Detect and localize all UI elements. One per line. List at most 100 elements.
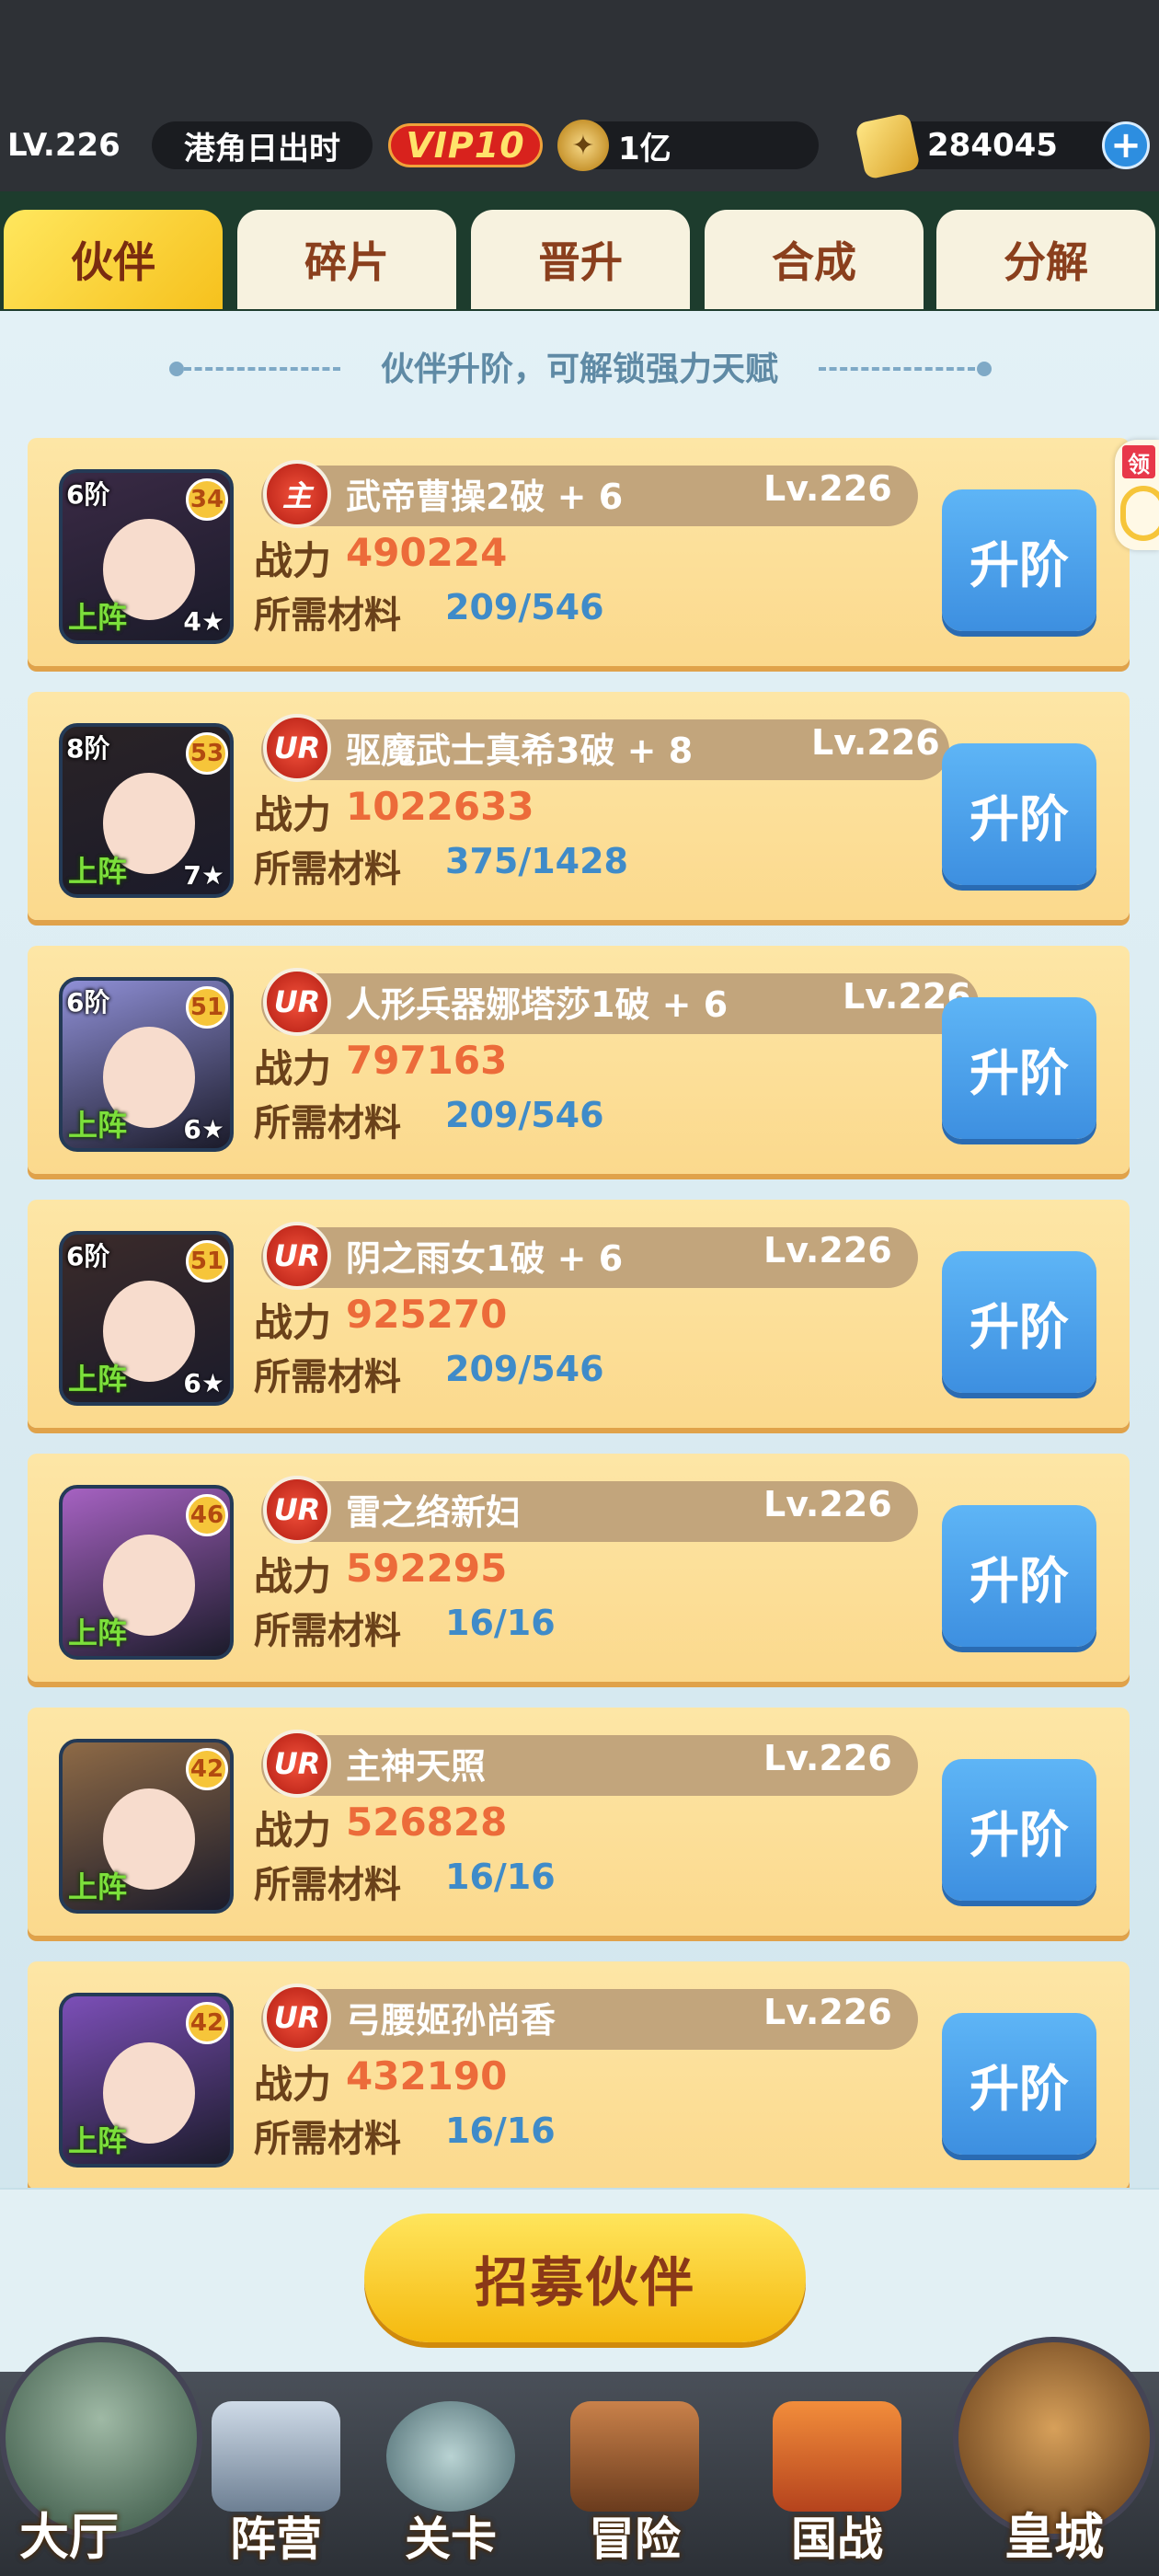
- tab-fragments[interactable]: 碎片: [237, 210, 456, 309]
- tab-partner[interactable]: 伙伴: [4, 210, 223, 309]
- side-reward-label: 领: [1122, 445, 1155, 478]
- partner-card[interactable]: 6阶 51 上阵 6★ UR 阴之雨女1破 + 6 Lv.226 战力 9252…: [28, 1200, 1130, 1428]
- power-label: 战力: [254, 1554, 332, 1599]
- power-value: 1022633: [346, 784, 534, 829]
- add-gold-button[interactable]: +: [1102, 121, 1150, 169]
- power-value: 432190: [346, 2053, 508, 2099]
- deploy-tag: 上阵: [68, 1362, 128, 1397]
- nav-war-label: 国战: [791, 2513, 883, 2566]
- power-label: 战力: [254, 792, 332, 837]
- tab-promote[interactable]: 晋升: [471, 210, 690, 309]
- recruit-partner-button[interactable]: 招募伙伴: [364, 2214, 806, 2342]
- partner-portrait[interactable]: 8阶 53 上阵 7★: [59, 723, 234, 898]
- power-value: 592295: [346, 1546, 508, 1591]
- material-value: 209/546: [445, 1095, 604, 1135]
- partner-card[interactable]: 6阶 34 上阵 4★ 主 武帝曹操2破 + 6 Lv.226 战力 49022…: [28, 438, 1130, 666]
- material-label: 所需材料: [254, 1610, 401, 1652]
- partner-level-badge: 51: [186, 986, 228, 1029]
- hint-dot-right: [977, 362, 992, 376]
- partner-card[interactable]: 8阶 53 上阵 7★ UR 驱魔武士真希3破 + 8 Lv.226 战力 10…: [28, 692, 1130, 920]
- partner-level-badge: 46: [186, 1494, 228, 1536]
- deploy-tag: 上阵: [68, 1616, 128, 1650]
- material-label: 所需材料: [254, 1356, 401, 1398]
- nav-camp[interactable]: 阵营: [184, 2383, 368, 2576]
- nav-palace-label: 皇城: [1004, 2508, 1104, 2566]
- rarity-badge: UR: [263, 1476, 331, 1544]
- scroll-board-icon: [212, 2401, 340, 2512]
- partner-stage: 8阶: [66, 733, 110, 764]
- partner-stage: 6阶: [66, 987, 110, 1018]
- ship-icon: [570, 2401, 699, 2512]
- gold-ingot-icon: [855, 112, 921, 180]
- partner-name: 阴之雨女1破 + 6: [346, 1238, 624, 1279]
- rarity-badge: 主: [263, 460, 331, 528]
- partner-star: 6★: [183, 1368, 224, 1398]
- hint-divider-right: [819, 367, 975, 374]
- upgrade-button[interactable]: 升阶: [942, 1505, 1096, 1647]
- power-label: 战力: [254, 1808, 332, 1853]
- partner-level: Lv.226: [763, 1230, 892, 1271]
- nav-hall[interactable]: 大厅: [0, 2337, 202, 2576]
- partner-card[interactable]: 42 上阵 UR 主神天照 Lv.226 战力 526828 所需材料 16/1…: [28, 1708, 1130, 1936]
- player-level: LV.226: [7, 127, 120, 164]
- partner-portrait[interactable]: 6阶 34 上阵 4★: [59, 469, 234, 644]
- material-value: 209/546: [445, 1349, 604, 1389]
- server-name[interactable]: 港角日出时: [152, 121, 373, 169]
- material-value: 375/1428: [445, 841, 628, 881]
- nav-palace[interactable]: 皇城: [953, 2337, 1155, 2576]
- nav-war[interactable]: 国战: [745, 2383, 929, 2576]
- nav-adventure[interactable]: 冒险: [543, 2383, 727, 2576]
- rarity-badge: UR: [263, 1730, 331, 1798]
- tab-decompose[interactable]: 分解: [936, 210, 1155, 309]
- vip-badge[interactable]: VIP10: [388, 123, 543, 167]
- tab-compose[interactable]: 合成: [705, 210, 924, 309]
- partner-star: 6★: [183, 1114, 224, 1144]
- partner-name: 雷之络新妇: [346, 1492, 522, 1533]
- partner-portrait[interactable]: 42 上阵: [59, 1993, 234, 2168]
- partner-card[interactable]: 6阶 51 上阵 6★ UR 人形兵器娜塔莎1破 + 6 Lv.226 战力 7…: [28, 946, 1130, 1174]
- partner-level: Lv.226: [763, 1992, 892, 2032]
- deploy-tag: 上阵: [68, 600, 128, 635]
- partner-star: 4★: [183, 606, 224, 637]
- partner-level: Lv.226: [811, 722, 940, 763]
- rarity-badge: UR: [263, 714, 331, 782]
- side-reward-badge[interactable]: 领: [1115, 440, 1159, 550]
- material-value: 16/16: [445, 2110, 556, 2151]
- rarity-badge: UR: [263, 968, 331, 1036]
- partner-level: Lv.226: [763, 1484, 892, 1524]
- partner-name: 驱魔武士真希3破 + 8: [346, 730, 694, 771]
- partner-stage: 6阶: [66, 1241, 110, 1271]
- upgrade-button[interactable]: 升阶: [942, 1251, 1096, 1393]
- material-label: 所需材料: [254, 2118, 401, 2160]
- nav-hall-label: 大厅: [19, 2508, 119, 2566]
- partner-portrait[interactable]: 42 上阵: [59, 1739, 234, 1914]
- partner-card[interactable]: 46 上阵 UR 雷之络新妇 Lv.226 战力 592295 所需材料 16/…: [28, 1454, 1130, 1682]
- material-label: 所需材料: [254, 594, 401, 637]
- power-label: 战力: [254, 538, 332, 583]
- reward-ring-icon: [1120, 486, 1159, 541]
- material-label: 所需材料: [254, 1102, 401, 1144]
- partner-name: 弓腰姬孙尚香: [346, 2000, 557, 2041]
- coin-icon: ✦: [557, 120, 609, 171]
- upgrade-button[interactable]: 升阶: [942, 743, 1096, 885]
- nav-camp-label: 阵营: [230, 2513, 322, 2566]
- upgrade-button[interactable]: 升阶: [942, 997, 1096, 1139]
- rarity-badge: UR: [263, 1984, 331, 2052]
- partner-portrait[interactable]: 46 上阵: [59, 1485, 234, 1660]
- partner-level: Lv.226: [763, 468, 892, 509]
- power-value: 925270: [346, 1292, 508, 1337]
- nav-stage-label: 关卡: [405, 2513, 497, 2566]
- partner-card[interactable]: 42 上阵 UR 弓腰姬孙尚香 Lv.226 战力 432190 所需材料 16…: [28, 1961, 1130, 2190]
- nav-stage[interactable]: 关卡: [359, 2383, 543, 2576]
- power-value: 490224: [346, 530, 508, 575]
- partner-portrait[interactable]: 6阶 51 上阵 6★: [59, 977, 234, 1152]
- deploy-tag: 上阵: [68, 854, 128, 889]
- partner-name: 人形兵器娜塔莎1破 + 6: [346, 984, 729, 1025]
- upgrade-button[interactable]: 升阶: [942, 489, 1096, 631]
- power-label: 战力: [254, 1300, 332, 1345]
- power-value: 797163: [346, 1038, 508, 1083]
- upgrade-button[interactable]: 升阶: [942, 1759, 1096, 1901]
- partner-portrait[interactable]: 6阶 51 上阵 6★: [59, 1231, 234, 1406]
- upgrade-button[interactable]: 升阶: [942, 2013, 1096, 2155]
- deploy-tag: 上阵: [68, 1869, 128, 1904]
